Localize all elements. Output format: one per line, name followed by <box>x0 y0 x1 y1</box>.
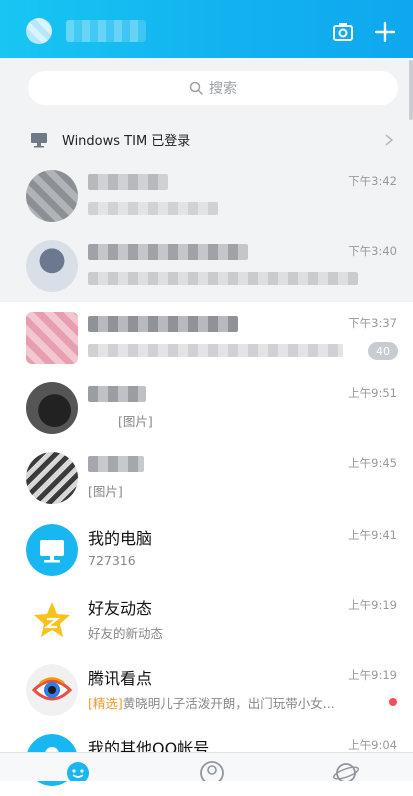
conversation-avatar <box>26 170 78 222</box>
conversation-title: 腾讯看点 <box>88 669 153 688</box>
device-login-label: Windows TIM 已登录 <box>62 134 191 149</box>
featured-tag: [精选] <box>88 696 123 711</box>
search-placeholder: 搜索 <box>209 81 237 97</box>
conversation-time: 上午9:51 <box>348 386 397 400</box>
conversation-preview-text: 黄晓明儿子活泼开朗，出门玩带小女... <box>122 696 335 711</box>
conversation-time: 下午3:37 <box>348 316 397 330</box>
conversation-time: 上午9:04 <box>348 738 397 752</box>
conversation-preview-blurred <box>88 272 358 285</box>
device-login-bar[interactable]: Windows TIM 已登录 <box>0 118 413 162</box>
messages-tab-icon[interactable] <box>64 759 92 781</box>
conversation-title: 好友动态 <box>88 599 153 618</box>
avatar[interactable] <box>26 18 52 44</box>
conversation-time: 上午9:19 <box>348 598 397 612</box>
conversation-title-blurred <box>88 316 238 332</box>
conversation-time: 上午9:45 <box>348 456 397 470</box>
monitor-icon <box>31 133 47 148</box>
conversation-item[interactable]: 下午3:42 <box>0 162 413 232</box>
conversation-item[interactable]: 下午3:37 40 <box>0 304 413 374</box>
scrollbar[interactable] <box>409 60 413 120</box>
top-bar <box>0 0 413 58</box>
conversation-avatar <box>26 382 78 434</box>
account-name-blurred <box>66 20 146 42</box>
chevron-right-icon <box>385 134 394 146</box>
search-icon <box>189 81 203 95</box>
discover-tab-icon[interactable] <box>332 759 360 781</box>
conversation-preview: [图片] <box>88 484 123 499</box>
conversation-item[interactable]: 好友动态 好友的新动态 上午9:19 <box>0 586 413 656</box>
conversation-item[interactable]: [图片] 上午9:45 <box>0 444 413 514</box>
conversation-item[interactable]: [图片] 上午9:51 <box>0 374 413 444</box>
conversation-preview-blurred <box>88 202 218 215</box>
conversation-preview: 727316 <box>88 553 136 568</box>
conversation-preview: 好友的新动态 <box>88 626 164 641</box>
plus-icon[interactable] <box>373 20 397 44</box>
conversation-preview: [精选]黄晓明儿子活泼开朗，出门玩带小女... <box>88 693 335 712</box>
conversation-item[interactable]: 腾讯看点 [精选]黄晓明儿子活泼开朗，出门玩带小女... 上午9:19 <box>0 656 413 726</box>
conversation-preview: [图片] <box>118 414 153 429</box>
conversation-title: 我的电脑 <box>88 529 153 548</box>
contacts-tab-icon[interactable] <box>198 759 226 781</box>
conversation-title-blurred <box>88 174 168 190</box>
conversation-avatar <box>26 312 78 364</box>
conversation-time: 下午3:42 <box>348 174 397 188</box>
bottom-tab-bar <box>0 752 413 781</box>
conversation-time: 上午9:19 <box>348 668 397 682</box>
conversation-title-blurred <box>88 244 248 260</box>
unread-dot <box>389 698 397 706</box>
conversation-preview-blurred <box>88 344 343 357</box>
conversation-item[interactable]: 我的电脑 727316 上午9:41 <box>0 516 413 586</box>
conversation-time: 下午3:40 <box>348 244 397 258</box>
eye-icon <box>26 664 78 716</box>
conversation-time: 上午9:41 <box>348 528 397 542</box>
camera-icon[interactable] <box>331 20 355 44</box>
search-input[interactable]: 搜索 <box>28 71 398 105</box>
conversation-title-blurred <box>88 456 144 472</box>
computer-icon <box>26 524 78 576</box>
conversation-avatar <box>26 240 78 292</box>
star-icon <box>26 594 78 646</box>
search-area: 搜索 <box>0 58 413 118</box>
conversation-item[interactable]: 下午3:40 <box>0 232 413 302</box>
conversation-avatar <box>26 452 78 504</box>
unread-count-badge: 40 <box>368 342 398 360</box>
conversation-title-blurred <box>88 386 146 402</box>
